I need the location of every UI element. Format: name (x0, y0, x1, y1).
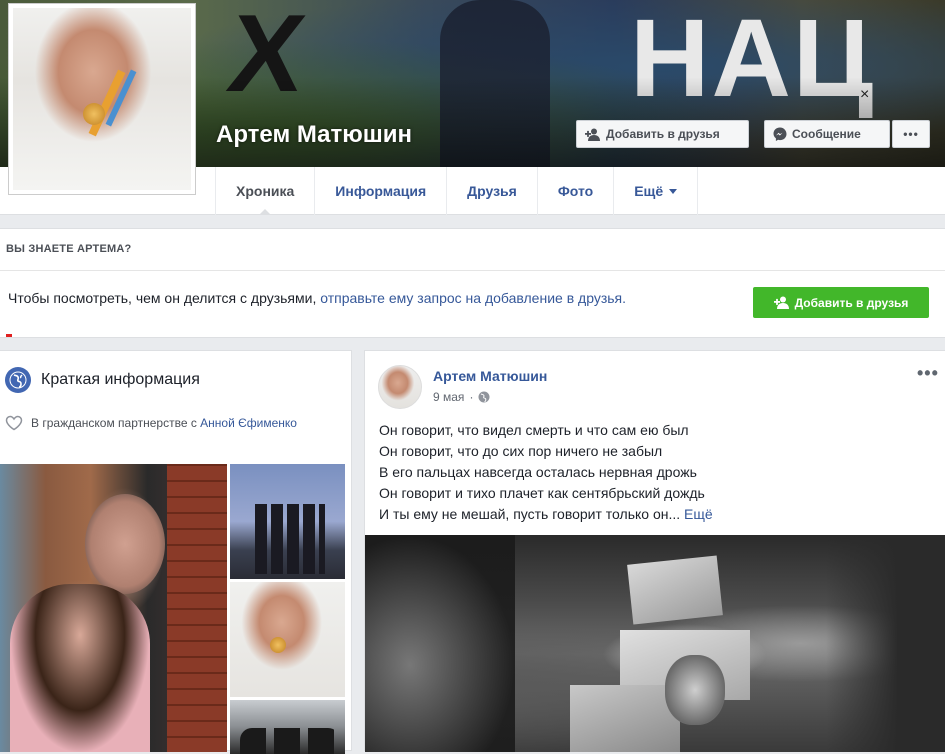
post-author-name[interactable]: Артем Матюшин (433, 368, 547, 384)
profile-picture[interactable] (8, 3, 196, 195)
photo-people (255, 504, 325, 574)
do-you-know-text-plain: Чтобы посмотреть, чем он делится с друзь… (8, 290, 321, 306)
medal (270, 637, 286, 653)
tab-timeline-label: Хроника (236, 183, 295, 199)
medal (83, 103, 105, 125)
tab-about[interactable]: Информация (315, 167, 448, 215)
post-options-icon[interactable]: ••• (917, 363, 939, 384)
separator: · (469, 390, 474, 404)
tab-about-label: Информация (335, 183, 427, 199)
profile-picture-image (13, 8, 191, 190)
heart-icon (5, 415, 23, 431)
tab-friends[interactable]: Друзья (447, 167, 538, 215)
tab-photos[interactable]: Фото (538, 167, 615, 215)
photo-girl (10, 584, 150, 752)
profile-name[interactable]: Артем Матюшин (216, 121, 412, 149)
relationship-text: В гражданском партнерстве с Анной Єфимен… (31, 415, 301, 432)
post-line: В его пальцах навсегда осталась нервная … (379, 464, 697, 480)
tab-photos-label: Фото (557, 183, 594, 199)
post-line-last: И ты ему не мешай, пусть говорит только … (379, 504, 713, 525)
add-friend-green-label: Добавить в друзья (794, 295, 909, 310)
add-friend-green-button[interactable]: Добавить в друзья (753, 287, 929, 318)
add-friend-icon (773, 296, 789, 309)
post-text: Он говорит, что видел смерть и что сам е… (379, 420, 713, 525)
messenger-icon (773, 127, 787, 141)
post-line: Он говорит, что до сих пор ничего не заб… (379, 443, 663, 459)
post-line: Он говорит, что видел смерть и что сам е… (379, 422, 689, 438)
post-date[interactable]: 9 мая (433, 390, 464, 404)
photo-bricks (167, 464, 227, 752)
more-dots-icon: ••• (903, 127, 919, 141)
photo-profile-medal[interactable] (230, 582, 345, 697)
post-author-avatar[interactable] (378, 365, 422, 409)
post-line: Он говорит и тихо плачет как сентябрьски… (379, 485, 705, 501)
message-button[interactable]: Сообщение (764, 120, 890, 148)
send-friend-request-link[interactable]: отправьте ему запрос на добавление в дру… (320, 290, 626, 306)
divider (0, 270, 945, 271)
profile-tabs: Хроника Информация Друзья Фото Ещё (215, 167, 699, 215)
tab-more-label: Ещё (634, 183, 664, 199)
photo-soldier (665, 655, 725, 725)
add-friend-icon (585, 128, 600, 141)
post-meta: 9 мая · (433, 390, 490, 404)
intro-header: Краткая информация (5, 367, 200, 393)
photo-grid (0, 464, 352, 754)
do-you-know-title: ВЫ ЗНАЕТЕ АРТЕМА? (6, 243, 132, 255)
caret-down-icon (669, 188, 678, 198)
see-more-link[interactable]: Ещё (684, 506, 713, 522)
add-friend-label: Добавить в друзья (606, 127, 720, 141)
partner-link[interactable]: Анной Єфименко (200, 416, 297, 430)
photo-box (627, 555, 723, 625)
photo-man (85, 494, 165, 594)
add-friend-button[interactable]: Добавить в друзья (576, 120, 749, 148)
tab-more[interactable]: Ещё (614, 167, 699, 215)
photo-heads (240, 728, 340, 754)
photo-shadow-left (365, 535, 515, 752)
red-mark (6, 334, 12, 337)
relationship-prefix: В гражданском партнерстве с (31, 416, 201, 430)
relationship-info: В гражданском партнерстве с Анной Єфимен… (5, 415, 301, 432)
photo-shadow-right (826, 535, 945, 752)
photo-box (570, 685, 680, 752)
globe-icon (5, 367, 31, 393)
photo-group-outdoors[interactable] (230, 464, 345, 579)
tab-friends-label: Друзья (467, 183, 517, 199)
post-line: И ты ему не мешай, пусть говорит только … (379, 506, 681, 522)
tab-timeline[interactable]: Хроника (216, 167, 316, 215)
post-photo[interactable] (365, 535, 945, 752)
cover-graffiti-mark: × (860, 86, 870, 103)
globe-icon (478, 391, 490, 403)
photo-couple[interactable] (0, 464, 227, 752)
intro-title: Краткая информация (41, 371, 200, 388)
intro-card: Краткая информация В гражданском партнер… (0, 350, 352, 754)
do-you-know-text: Чтобы посмотреть, чем он делится с друзь… (8, 290, 626, 306)
profile-more-button[interactable]: ••• (892, 120, 930, 148)
message-label: Сообщение (792, 127, 861, 141)
timeline-post: Артем Матюшин 9 мая · ••• Он говорит, чт… (364, 350, 945, 752)
do-you-know-box: ВЫ ЗНАЕТЕ АРТЕМА? Чтобы посмотреть, чем … (0, 228, 945, 338)
photo-group-indoor[interactable] (230, 700, 345, 754)
